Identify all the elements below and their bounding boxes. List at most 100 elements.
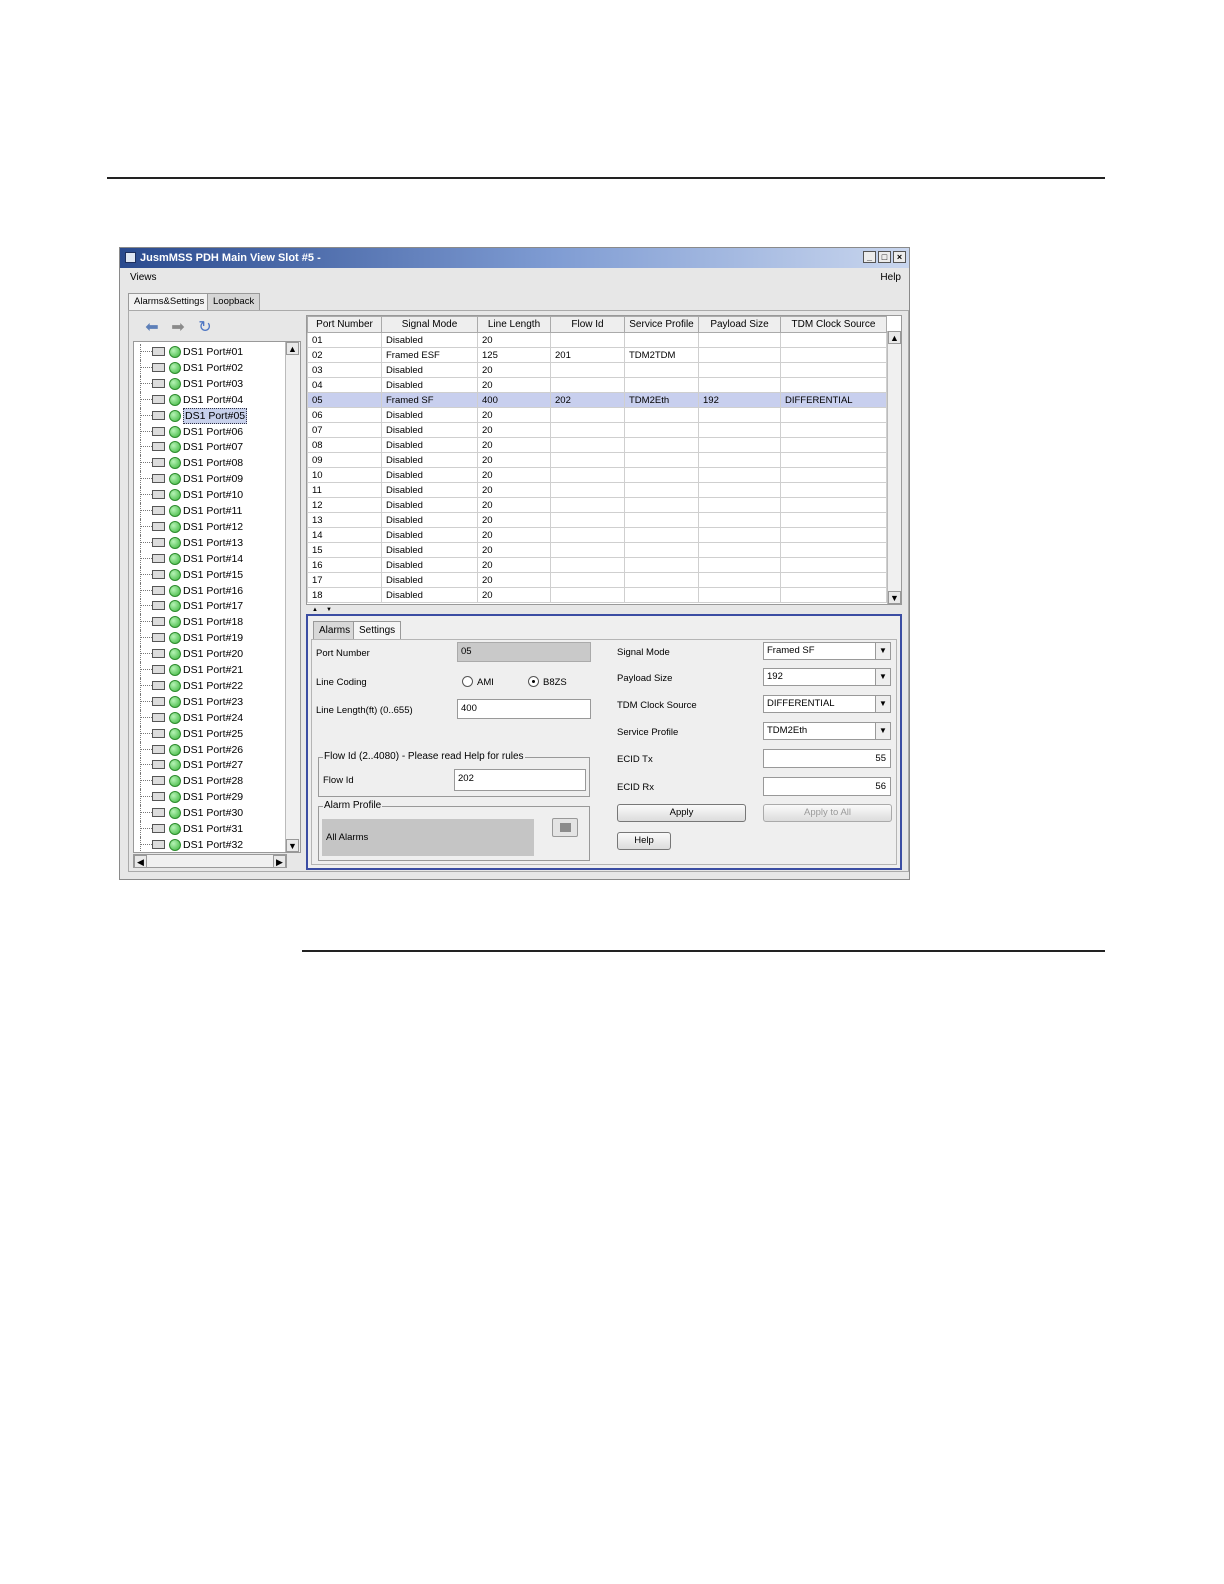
payload-size-select[interactable]: 192 ▼ [763,668,891,686]
splitter-down-icon[interactable]: ▼ [326,607,332,613]
table-row[interactable]: 15 Disabled 20 [307,542,887,558]
tree-item[interactable]: DS1 Port#12 [138,518,288,535]
flow-id-input[interactable]: 202 [454,769,586,791]
signal-mode-select[interactable]: Framed SF ▼ [763,642,891,660]
table-row[interactable]: 05 Framed SF 400 202 TDM2Eth 192 DIFFERENTIAL [307,392,887,408]
menu-views[interactable]: Views [130,268,157,288]
tree-item[interactable]: DS1 Port#14 [138,550,288,567]
chevron-down-icon[interactable]: ▼ [875,669,890,685]
back-arrow-icon[interactable]: ⬅ [143,319,161,337]
table-row[interactable]: 06 Disabled 20 [307,407,887,423]
chevron-down-icon[interactable]: ▼ [875,643,890,659]
tree-item[interactable]: DS1 Port#13 [138,534,288,551]
scroll-right-icon[interactable]: ▶ [273,855,286,868]
tree-item[interactable]: DS1 Port#01 [138,344,288,360]
tree-item[interactable]: DS1 Port#19 [138,630,288,647]
table-row[interactable]: 13 Disabled 20 [307,512,887,528]
tree-item[interactable]: DS1 Port#08 [138,455,288,472]
table-row[interactable]: 03 Disabled 20 [307,362,887,378]
column-header[interactable]: Line Length [477,316,551,333]
tree-item[interactable]: DS1 Port#07 [138,439,288,456]
tree-item[interactable]: DS1 Port#06 [138,423,288,440]
tree-item[interactable]: DS1 Port#03 [138,375,288,392]
table-row[interactable]: 14 Disabled 20 [307,527,887,543]
tree-item[interactable]: DS1 Port#22 [138,677,288,694]
chevron-down-icon[interactable]: ▼ [875,723,890,739]
table-cell [550,467,625,483]
tree-item[interactable]: DS1 Port#28 [138,773,288,790]
tree-item[interactable]: DS1 Port#18 [138,614,288,631]
table-cell: 02 [307,347,382,363]
help-button[interactable]: Help [617,832,671,850]
table-row[interactable]: 02 Framed ESF 125 201 TDM2TDM [307,347,887,363]
table-row[interactable]: 07 Disabled 20 [307,422,887,438]
tree-item[interactable]: DS1 Port#31 [138,821,288,837]
apply-button[interactable]: Apply [617,804,746,822]
tree-item[interactable]: DS1 Port#21 [138,662,288,678]
table-row[interactable]: 04 Disabled 20 [307,377,887,393]
tree-item[interactable]: DS1 Port#15 [138,566,288,583]
tree-item[interactable]: DS1 Port#30 [138,805,288,822]
maximize-icon[interactable]: □ [878,251,891,263]
tree-item[interactable]: DS1 Port#16 [138,582,288,599]
table-vertical-scrollbar[interactable]: ▲ ▼ [887,331,901,604]
column-header[interactable]: Service Profile [624,316,699,333]
column-header[interactable]: Port Number [307,316,382,333]
close-icon[interactable]: × [893,251,906,263]
ecid-rx-input[interactable]: 56 [763,777,891,796]
table-row[interactable]: 12 Disabled 20 [307,497,887,513]
refresh-icon[interactable]: ↻ [196,319,214,337]
tab-alarms[interactable]: Alarms [313,621,357,639]
b8zs-radio[interactable] [528,676,539,687]
minimize-icon[interactable]: _ [863,251,876,263]
apply-to-all-button[interactable]: Apply to All [763,804,892,822]
tab-settings[interactable]: Settings [353,621,402,639]
table-scroll-up-icon[interactable]: ▲ [888,331,901,344]
table-row[interactable]: 08 Disabled 20 [307,437,887,453]
tab-alarms-settings[interactable]: Alarms&Settings [128,293,211,310]
tree-item[interactable]: DS1 Port#32 [138,836,288,852]
ecid-tx-input[interactable]: 55 [763,749,891,768]
port-icon [152,601,165,611]
tree-item[interactable]: DS1 Port#10 [138,487,288,504]
column-header[interactable]: Signal Mode [381,316,478,333]
table-scroll-down-icon[interactable]: ▼ [888,591,901,604]
pane-splitter[interactable]: ▲ ▼ [306,606,902,614]
tab-loopback[interactable]: Loopback [207,293,261,310]
column-header[interactable]: TDM Clock Source [780,316,887,333]
table-row[interactable]: 16 Disabled 20 [307,557,887,573]
tree-item[interactable]: DS1 Port#24 [138,709,288,726]
menu-help[interactable]: Help [880,268,901,288]
tree-item[interactable]: DS1 Port#25 [138,725,288,742]
table-row[interactable]: 11 Disabled 20 [307,482,887,498]
table-row[interactable]: 01 Disabled 20 [307,332,887,348]
column-header[interactable]: Payload Size [698,316,781,333]
title-bar[interactable]: JusmMSS PDH Main View Slot #5 - _ □ × [120,248,909,268]
forward-arrow-icon[interactable]: ➡ [169,319,187,337]
table-row[interactable]: 17 Disabled 20 [307,572,887,588]
tree-item[interactable]: DS1 Port#02 [138,359,288,376]
tree-item[interactable]: DS1 Port#05 [138,407,288,424]
tree-horizontal-scrollbar[interactable]: ◀ ▶ [133,854,287,868]
tree-item[interactable]: DS1 Port#23 [138,693,288,710]
alarm-profile-edit-button[interactable] [552,818,578,837]
tree-item[interactable]: DS1 Port#27 [138,757,288,774]
tree-item[interactable]: DS1 Port#17 [138,598,288,615]
table-row[interactable]: 09 Disabled 20 [307,452,887,468]
tree-item[interactable]: DS1 Port#11 [138,503,288,519]
tdm-clock-source-select[interactable]: DIFFERENTIAL ▼ [763,695,891,713]
table-row[interactable]: 10 Disabled 20 [307,467,887,483]
tree-item[interactable]: DS1 Port#26 [138,741,288,758]
tree-item[interactable]: DS1 Port#20 [138,646,288,663]
tree-item[interactable]: DS1 Port#29 [138,789,288,806]
splitter-up-icon[interactable]: ▲ [312,607,318,613]
tree-item[interactable]: DS1 Port#09 [138,471,288,488]
table-row[interactable]: 18 Disabled 20 [307,587,887,603]
service-profile-select[interactable]: TDM2Eth ▼ [763,722,891,740]
tree-item[interactable]: DS1 Port#04 [138,391,288,408]
line-length-input[interactable]: 400 [457,699,591,719]
column-header[interactable]: Flow Id [550,316,625,333]
scroll-left-icon[interactable]: ◀ [134,855,147,868]
chevron-down-icon[interactable]: ▼ [875,696,890,712]
ami-radio[interactable] [462,676,473,687]
